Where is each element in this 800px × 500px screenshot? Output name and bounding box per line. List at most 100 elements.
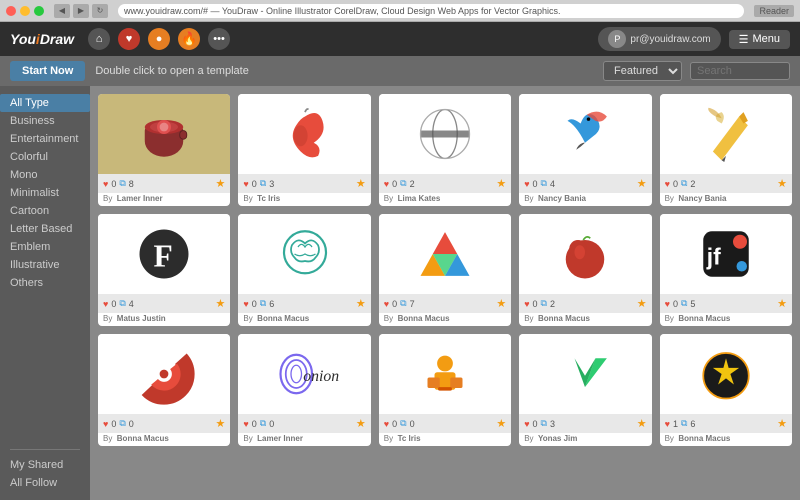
template-card[interactable]: ♥ 0 ⧉ 4 ★ By Nancy Bania [519, 94, 651, 206]
heart-icon: ♥ [665, 419, 670, 429]
card-image [238, 214, 370, 294]
orange-icon[interactable]: ● [148, 28, 170, 50]
back-btn[interactable]: ◀ [54, 4, 70, 18]
toolbar: Start Now Double click to open a templat… [0, 56, 800, 86]
sidebar-divider [10, 449, 80, 450]
copy-icon: ⧉ [260, 178, 266, 189]
sidebar-item-emblem[interactable]: Emblem [0, 238, 90, 256]
copy-count: 0 [410, 419, 415, 429]
sidebar-item-all-type[interactable]: All Type [0, 94, 90, 112]
card-author: By Bonna Macus [660, 433, 792, 446]
sidebar-item-minimalist[interactable]: Minimalist [0, 184, 90, 202]
heart-icon: ♥ [524, 179, 529, 189]
heart-count: 0 [111, 419, 116, 429]
template-card[interactable]: ♥ 0 ⧉ 2 ★ By Nancy Bania [660, 94, 792, 206]
user-email: pr@youidraw.com [630, 34, 710, 45]
template-grid: ♥ 0 ⧉ 8 ★ By Lamer Inner [98, 94, 792, 446]
sidebar-item-business[interactable]: Business [0, 112, 90, 130]
copy-icon: ⧉ [260, 298, 266, 309]
template-card[interactable]: ♥ 0 ⧉ 7 ★ By Bonna Macus [379, 214, 511, 326]
user-pill[interactable]: P pr@youidraw.com [598, 27, 720, 51]
home-icon[interactable]: ⌂ [88, 28, 110, 50]
star-icon: ★ [216, 417, 226, 430]
sidebar-item-cartoon[interactable]: Cartoon [0, 202, 90, 220]
card-footer: ♥ 0 ⧉ 2 ★ [379, 174, 511, 193]
card-image [519, 94, 651, 174]
template-card[interactable]: ♥ 0 ⧉ 6 ★ By Bonna Macus [238, 214, 370, 326]
copy-icon: ⧉ [541, 418, 547, 429]
copy-icon: ⧉ [541, 178, 547, 189]
card-image: onion [238, 334, 370, 414]
reload-btn[interactable]: ↻ [92, 4, 108, 18]
flame-icon[interactable]: 🔥 [178, 28, 200, 50]
heart-icon: ♥ [524, 299, 529, 309]
star-icon: ★ [637, 297, 647, 310]
copy-icon: ⧉ [400, 298, 406, 309]
template-card[interactable]: ♥ 0 ⧉ 3 ★ By Tc Iris [238, 94, 370, 206]
star-icon: ★ [356, 177, 366, 190]
copy-count: 2 [550, 299, 555, 309]
heart-icon: ♥ [384, 179, 389, 189]
menu-button[interactable]: ☰ Menu [729, 30, 790, 49]
template-card[interactable]: F ♥ 0 ⧉ 4 ★ By Matus Justin [98, 214, 230, 326]
card-author: By Yonas Jim [519, 433, 651, 446]
heart-count: 0 [111, 299, 116, 309]
card-image [379, 334, 511, 414]
forward-btn[interactable]: ▶ [73, 4, 89, 18]
copy-count: 4 [550, 179, 555, 189]
template-card[interactable]: ♥ 0 ⧉ 2 ★ By Bonna Macus [519, 214, 651, 326]
sidebar-item-mono[interactable]: Mono [0, 166, 90, 184]
heart-icon: ♥ [103, 179, 108, 189]
card-image [98, 94, 230, 174]
dots-icon[interactable]: ••• [208, 28, 230, 50]
maximize-btn[interactable] [34, 6, 44, 16]
heart-icon: ♥ [103, 299, 108, 309]
svg-text:onion: onion [303, 368, 339, 385]
sidebar-item-illustrative[interactable]: Illustrative [0, 256, 90, 274]
app-logo: YouiDraw [10, 31, 74, 47]
card-author: By Nancy Bania [660, 193, 792, 206]
heart-icon: ♥ [384, 419, 389, 429]
copy-icon: ⧉ [260, 418, 266, 429]
star-icon: ★ [496, 297, 506, 310]
copy-count: 3 [550, 419, 555, 429]
star-icon: ★ [637, 417, 647, 430]
copy-icon: ⧉ [119, 178, 125, 189]
minimize-btn[interactable] [20, 6, 30, 16]
sidebar-item-my-shared[interactable]: My Shared [0, 456, 90, 474]
heart-icon: ♥ [524, 419, 529, 429]
card-image [660, 334, 792, 414]
heart-icon: ♥ [243, 299, 248, 309]
template-card[interactable]: ♥ 0 ⧉ 0 ★ By Bonna Macus [98, 334, 230, 446]
copy-count: 0 [269, 419, 274, 429]
close-btn[interactable] [6, 6, 16, 16]
card-author: By Nancy Bania [519, 193, 651, 206]
template-card[interactable]: ♥ 0 ⧉ 3 ★ By Yonas Jim [519, 334, 651, 446]
card-image: jf [660, 214, 792, 294]
star-icon: ★ [216, 177, 226, 190]
heart-icon[interactable]: ♥ [118, 28, 140, 50]
template-card[interactable]: ♥ 1 ⧉ 6 ★ By Bonna Macus [660, 334, 792, 446]
address-bar[interactable]: www.youidraw.com/# — YouDraw - Online Il… [118, 4, 744, 18]
template-card[interactable]: ♥ 0 ⧉ 2 ★ By Lima Kates [379, 94, 511, 206]
sidebar-item-others[interactable]: Others [0, 274, 90, 292]
sidebar-item-letter-based[interactable]: Letter Based [0, 220, 90, 238]
card-author: By Tc Iris [379, 433, 511, 446]
copy-icon: ⧉ [681, 418, 687, 429]
template-card[interactable]: jf ♥ 0 ⧉ 5 ★ By Bonna Macus [660, 214, 792, 326]
sidebar-item-all-follow[interactable]: All Follow [0, 474, 90, 492]
template-card[interactable]: ♥ 0 ⧉ 8 ★ By Lamer Inner [98, 94, 230, 206]
featured-select[interactable]: Featured Latest Popular [603, 61, 682, 81]
card-image [238, 94, 370, 174]
template-card[interactable]: ♥ 0 ⧉ 0 ★ By Tc Iris [379, 334, 511, 446]
copy-count: 6 [690, 419, 695, 429]
template-card[interactable]: onion ♥ 0 ⧉ 0 ★ By Lamer Inner [238, 334, 370, 446]
content-area: ♥ 0 ⧉ 8 ★ By Lamer Inner [90, 86, 800, 500]
reader-button[interactable]: Reader [754, 5, 794, 17]
card-image [98, 334, 230, 414]
sidebar-item-colorful[interactable]: Colorful [0, 148, 90, 166]
search-input[interactable] [690, 62, 790, 80]
start-now-button[interactable]: Start Now [10, 61, 85, 81]
sidebar-item-entertainment[interactable]: Entertainment [0, 130, 90, 148]
heart-icon: ♥ [665, 179, 670, 189]
